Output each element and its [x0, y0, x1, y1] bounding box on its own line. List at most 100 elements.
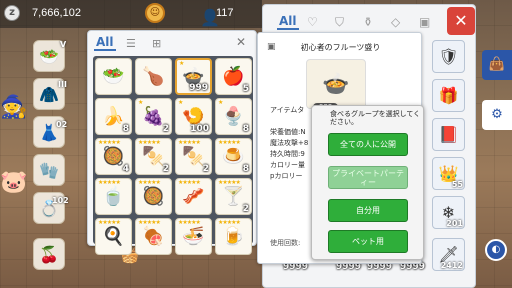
inventory-slot[interactable]: ★★★★★ 🍜	[175, 218, 212, 255]
rarity-stars: ★	[218, 99, 223, 106]
inventory-slot[interactable]: ★ 🍨 8	[215, 98, 252, 135]
rarity-stars: ★★★★★	[138, 219, 161, 226]
quick-slot[interactable]: 🧤	[33, 154, 65, 186]
storage-item-slot[interactable]: ❄ 201	[432, 196, 465, 229]
popup-message: 食べるグループを選択してください。	[330, 110, 421, 126]
heart-icon[interactable]: ♡	[307, 15, 318, 29]
pet-button[interactable]: ペット用	[328, 230, 408, 253]
inventory-slot[interactable]: ★★★★★ 🍸 2	[215, 178, 252, 215]
close-button[interactable]: ✕	[447, 7, 475, 35]
inventory-slot[interactable]: ★★★★★ 🍢 2	[175, 138, 212, 175]
item-count: 8	[122, 124, 129, 134]
rarity-stars: ★	[178, 99, 183, 106]
storage-item-slot[interactable]: 📕	[432, 118, 465, 151]
inventory-slot[interactable]: ★ 🍤 100	[175, 98, 212, 135]
inventory-slot[interactable]: ★★★★★ 🍳	[95, 218, 132, 255]
item-count: 5	[242, 84, 249, 94]
inventory-slot[interactable]: ★★★★★ 🍺	[215, 218, 252, 255]
item-count: 999	[189, 83, 208, 93]
tab-all[interactable]: All	[94, 35, 116, 51]
item-count: 2	[162, 164, 169, 174]
rarity-stars: ★	[138, 99, 143, 106]
eat-group-popup: 食べるグループを選択してください。 全ての人に公開 プライベートパーティー 自分…	[311, 105, 424, 260]
rarity-stars: ★★★★★	[218, 219, 241, 226]
rarity-stars: ★★★★★	[218, 179, 241, 186]
character-sprite: 🧙	[0, 95, 28, 120]
slot-label: V	[60, 40, 67, 49]
stamina-icon[interactable]: ☺	[145, 3, 165, 23]
food-item-icon: 🍖	[142, 226, 165, 247]
inventory-slot[interactable]: 🥗	[95, 58, 132, 95]
food-item-icon: 🍨	[222, 106, 245, 127]
inventory-slot[interactable]: ★★★★★ 🍮 8	[215, 138, 252, 175]
storage-item-slot[interactable]: 🎁	[432, 79, 465, 112]
inventory-slot[interactable]: ★★★★★ 🥓	[175, 178, 212, 215]
food-item-icon: 🍎	[222, 66, 245, 87]
slot-label: 102	[52, 196, 69, 205]
inventory-slot[interactable]: ★ 🍲 999	[175, 58, 212, 95]
use-count: 使用回数:	[270, 239, 301, 247]
inventory-slot[interactable]: ★★★★★ 🍢 2	[135, 138, 172, 175]
storage-item-slot[interactable]: 👑 55	[432, 157, 465, 190]
slot-label: III	[58, 80, 67, 89]
item-count: 2412	[440, 261, 463, 270]
rarity-stars: ★★★★★	[178, 179, 201, 186]
filter-grid-icon[interactable]: ⊞	[152, 37, 161, 50]
item-count: 8	[242, 124, 249, 134]
inventory-slot[interactable]: ★★★★★ 🥘 4	[95, 138, 132, 175]
item-count: 55	[451, 180, 463, 189]
food-item-icon: 🥘	[102, 146, 125, 167]
armor-icon[interactable]: ⛉	[335, 15, 344, 30]
rarity-stars: ★★★★★	[178, 139, 201, 146]
item-image: 🍲 999	[306, 59, 366, 111]
inventory-slot[interactable]: 🍎 5	[215, 58, 252, 95]
item-count: 201	[446, 219, 463, 228]
inventory-slot[interactable]: ★ 🍇 2	[135, 98, 172, 135]
inventory-slot[interactable]: ★★★★★ 🥘	[135, 178, 172, 215]
potion-icon[interactable]: ⚱	[363, 15, 373, 29]
food-item-icon: 🍢	[142, 146, 165, 167]
self-button[interactable]: 自分用	[328, 199, 408, 222]
card-icon[interactable]: ▣	[419, 15, 430, 29]
inventory-slot[interactable]: 🍗	[135, 58, 172, 95]
item-count: 4	[122, 164, 129, 174]
item-count: 8	[242, 164, 249, 174]
food-item-icon: 🍗	[142, 66, 165, 87]
slot-label: 02	[56, 120, 68, 129]
rarity-stars: ★★★★★	[98, 219, 121, 226]
inventory-slot[interactable]: ★★★★★ 🍖	[135, 218, 172, 255]
storage-item-slot[interactable]: 🗡 2412	[432, 238, 465, 271]
gem-icon[interactable]: ◇	[391, 15, 400, 29]
food-item-icon: 🍳	[102, 226, 125, 247]
inventory-slot[interactable]: ★★★★★ 🍵	[95, 178, 132, 215]
close-icon[interactable]: ✕	[236, 35, 246, 49]
item-count: 100	[190, 124, 209, 134]
rarity-stars: ★★★★★	[138, 179, 161, 186]
food-item-icon: 🍮	[222, 146, 245, 167]
inventory-panel: All ☰ ⊞ ✕ 🥗 🍗 ★ 🍲 999 🍎 5 🍌 8 ★ 🍇 2 ★ 🍤 100 ★ 🍨 8 ★★★★★ 🥘 4 ★…	[87, 30, 257, 255]
item-title: 初心者のフルーツ盛り	[300, 43, 381, 52]
food-item-icon: 🥓	[182, 186, 205, 207]
filter-list-icon[interactable]: ☰	[126, 37, 136, 50]
public-button[interactable]: 全ての人に公開	[328, 133, 408, 156]
private-party-button[interactable]: プライベートパーティー	[328, 166, 408, 189]
inventory-slot[interactable]: 🍌 8	[95, 98, 132, 135]
expand-icon[interactable]: ◐	[485, 239, 507, 261]
settings-tab-icon[interactable]: ⚙	[482, 100, 512, 130]
item-count: 2	[202, 164, 209, 174]
rarity-stars: ★★★★★	[218, 139, 241, 146]
storage-item-slot[interactable]: 🛡	[432, 40, 465, 73]
zeny-amount: 7,666,102	[32, 7, 81, 19]
bag-tab-icon[interactable]: 👜	[482, 50, 512, 80]
tab-all[interactable]: All	[277, 14, 299, 30]
food-item-icon: 🥘	[142, 186, 165, 207]
zeny-coin-icon: z	[4, 5, 20, 21]
character-sprite: 🐷	[0, 170, 28, 195]
inventory-grid: 🥗 🍗 ★ 🍲 999 🍎 5 🍌 8 ★ 🍇 2 ★ 🍤 100 ★ 🍨 8 ★★★★★ 🥘 4 ★★★★★ 🍢 2 ★★★★…	[93, 56, 253, 255]
food-item-icon: 🍺	[222, 226, 245, 247]
rarity-stars: ★★★★★	[98, 179, 121, 186]
quick-slot[interactable]: 🍒	[33, 238, 65, 270]
food-item-icon: 🍵	[102, 186, 125, 207]
item-count: 2	[162, 124, 169, 134]
rarity-stars: ★★★★★	[178, 219, 201, 226]
